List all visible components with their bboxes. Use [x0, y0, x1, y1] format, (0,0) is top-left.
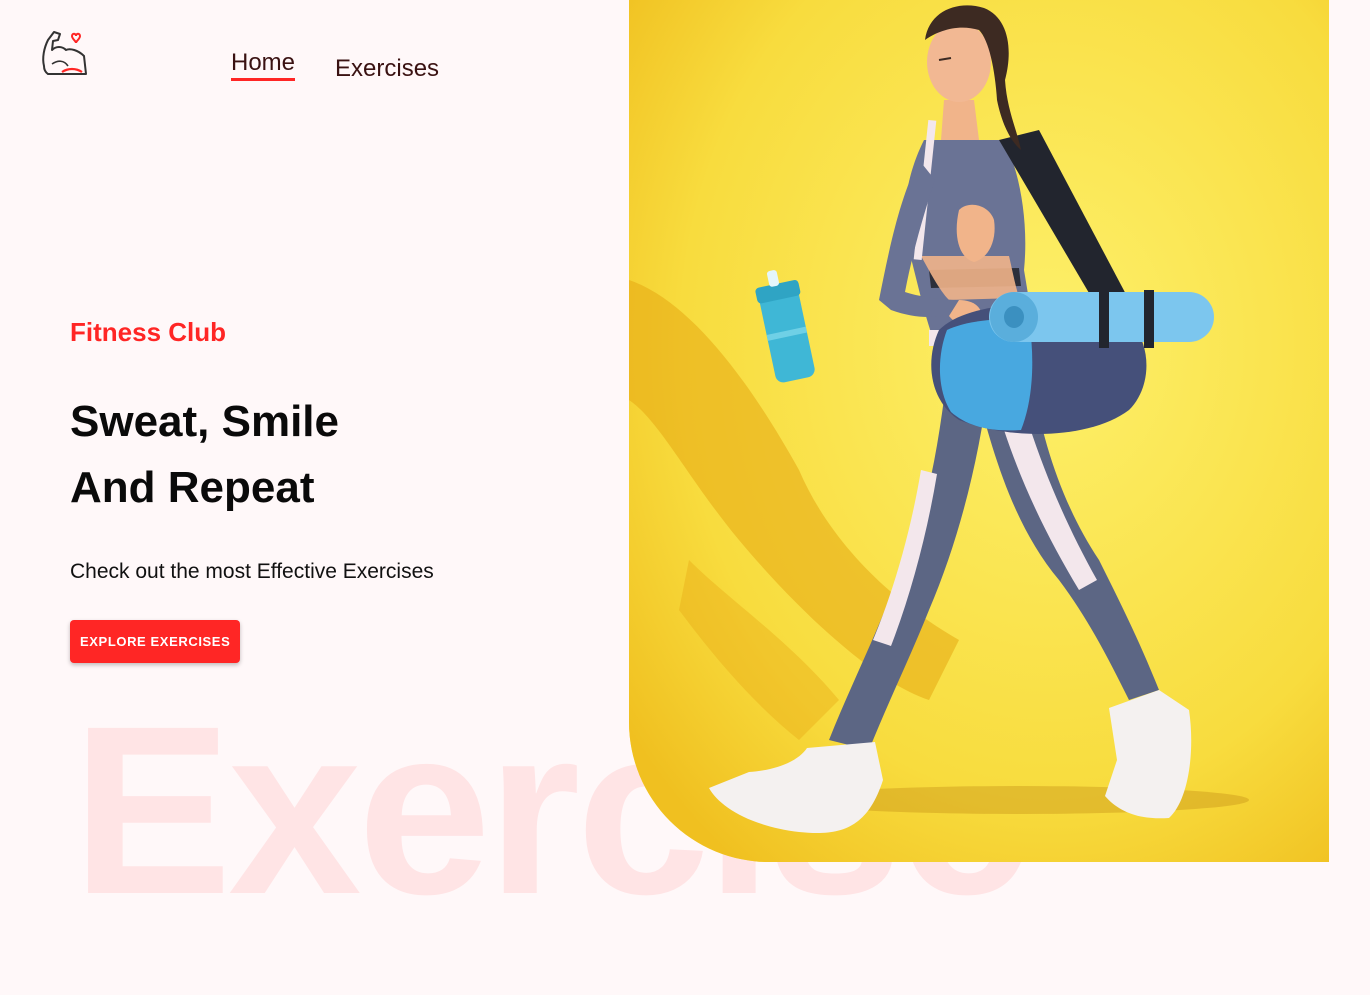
hero-content: Fitness Club Sweat, Smile And Repeat Che…: [70, 315, 434, 663]
nav-exercises-link[interactable]: Exercises: [335, 52, 439, 86]
nav-home-link[interactable]: Home: [231, 48, 296, 81]
page: Home Exercises Exercise Fitness Club Swe…: [0, 0, 1370, 995]
logo-icon[interactable]: [38, 28, 90, 80]
banner-illustration: [629, 0, 1329, 862]
main-nav: Home Exercises: [231, 48, 439, 86]
explore-exercises-button[interactable]: Explore Exercises: [70, 620, 241, 663]
hero-banner-image: [629, 0, 1329, 862]
hero-headline-line2: And Repeat: [70, 463, 315, 512]
hero-headline-line1: Sweat, Smile: [70, 397, 340, 446]
hero-subtitle: Check out the most Effective Exercises: [70, 560, 434, 583]
hero-eyebrow: Fitness Club: [70, 317, 227, 347]
hero-headline: Sweat, Smile And Repeat: [70, 389, 434, 521]
